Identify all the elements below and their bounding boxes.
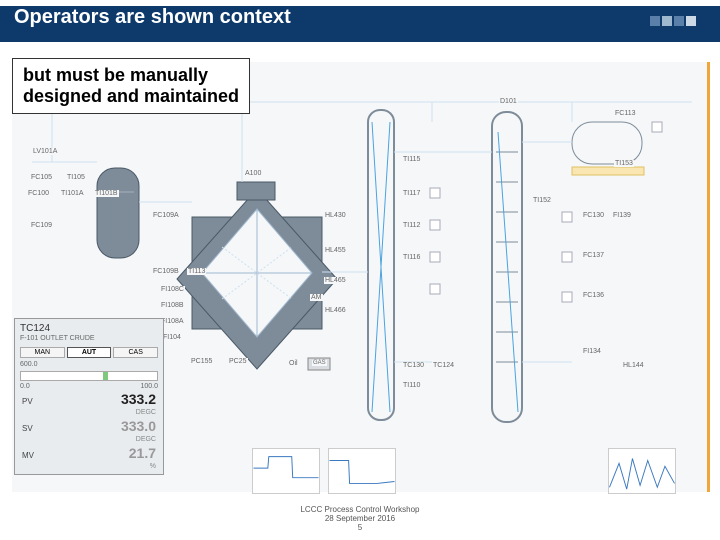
tag-ti105: TI105 <box>66 174 86 181</box>
tag-fc136: FC136 <box>582 292 605 299</box>
tag-gas: GAS <box>312 360 327 366</box>
tag-ti152: TI152 <box>532 197 552 204</box>
tag-a100: A100 <box>244 170 262 177</box>
pv-unit: DEGC <box>136 409 156 416</box>
tag-fc109a: FC109A <box>152 212 180 219</box>
callout-box: but must be manually designed and mainta… <box>12 58 250 114</box>
tag-lv101a: LV101A <box>32 148 58 155</box>
pv-label: PV <box>22 397 33 406</box>
mv-unit: % <box>150 463 156 470</box>
mode-cas-button[interactable]: CAS <box>113 347 158 358</box>
tag-fi134: FI134 <box>582 348 602 355</box>
tag-fi104: FI104 <box>162 334 182 341</box>
tag-hl466: HL466 <box>324 307 347 314</box>
tag-oil: Oil <box>288 360 299 367</box>
faceplate-bargraph <box>20 371 158 381</box>
tag-ti112: TI112 <box>402 222 421 229</box>
mode-aut-button[interactable]: AUT <box>67 347 112 358</box>
tag-am: AM <box>310 294 323 301</box>
header-decoration <box>650 16 696 26</box>
trend-pane-2 <box>328 448 396 494</box>
tag-fc130: FC130 <box>582 212 605 219</box>
faceplate-tag: TC124 <box>18 322 160 335</box>
tag-pc155: PC155 <box>190 358 213 365</box>
tag-ti153: TI153 <box>614 160 634 167</box>
tag-hl455: HL455 <box>324 247 347 254</box>
controller-faceplate[interactable]: TC124 F-101 OUTLET CRUDE MAN AUT CAS 600… <box>14 318 164 475</box>
tag-pc25: PC25 <box>228 358 248 365</box>
tag-fc105: FC105 <box>30 174 53 181</box>
tag-fc100: FC100 <box>27 190 50 197</box>
tag-ti101a: TI101A <box>60 190 85 197</box>
tag-fi108c: FI108C <box>160 286 185 293</box>
tag-ti116: TI116 <box>402 254 421 261</box>
tag-ti117: TI117 <box>402 190 421 197</box>
sv-value[interactable]: 333.0 <box>121 418 156 434</box>
tag-ti101b: TI101B <box>94 190 119 197</box>
tag-fc109b: FC109B <box>152 268 180 275</box>
tag-ti115: TI115 <box>402 156 421 163</box>
trend-pane-1 <box>252 448 320 494</box>
tag-fi108b: FI108B <box>160 302 185 309</box>
mv-value[interactable]: 21.7 <box>129 445 156 461</box>
mode-man-button[interactable]: MAN <box>20 347 65 358</box>
tag-fc137: FC137 <box>582 252 605 259</box>
tag-tc130: TC130 <box>402 362 425 369</box>
tag-hl465: HL465 <box>324 277 347 284</box>
slide-title: Operators are shown context <box>14 6 291 28</box>
mv-label: MV <box>22 451 34 460</box>
tag-hl144: HL144 <box>622 362 645 369</box>
tag-ti110: TI110 <box>402 382 421 389</box>
scale-lo: 0.0 <box>20 383 30 390</box>
scale-mid: 600.0 <box>18 360 160 369</box>
sv-label: SV <box>22 424 33 433</box>
scale-hi: 100.0 <box>140 383 158 390</box>
tag-fc113: FC113 <box>614 110 637 117</box>
tag-tc124: TC124 <box>432 362 455 369</box>
trend-pane-3 <box>608 448 676 494</box>
faceplate-desc: F-101 OUTLET CRUDE <box>18 335 160 345</box>
sv-unit: DEGC <box>136 436 156 443</box>
pv-value: 333.2 <box>121 391 156 407</box>
tag-ti113: TI113 <box>187 268 206 275</box>
tag-fc109: FC109 <box>30 222 53 229</box>
tag-hl430: HL430 <box>324 212 347 219</box>
slide-footer: LCCC Process Control Workshop 28 Septemb… <box>0 505 720 532</box>
tag-d101: D101 <box>499 98 518 105</box>
tag-fi139: FI139 <box>612 212 632 219</box>
